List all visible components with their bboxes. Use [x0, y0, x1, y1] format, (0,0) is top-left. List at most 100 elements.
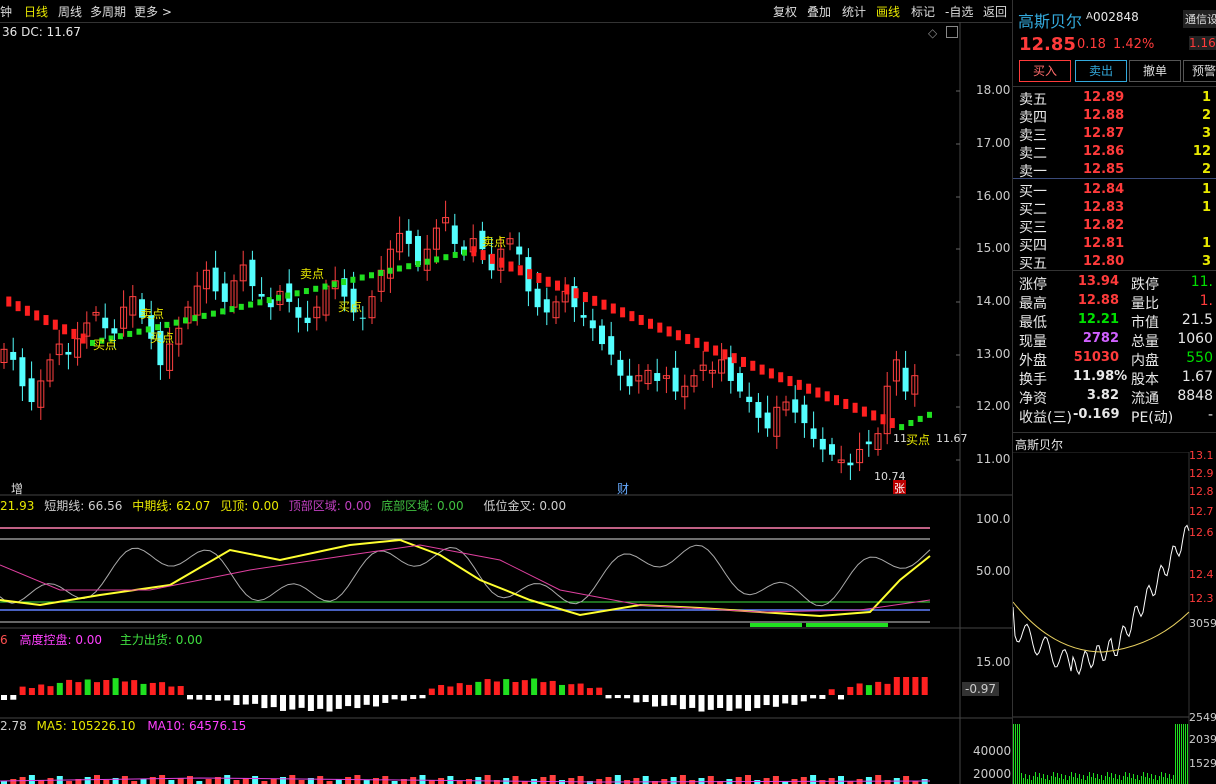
tab-minute[interactable]: 钟 — [0, 3, 12, 20]
stock-superscript: A — [1086, 11, 1093, 22]
trend-ribbon-segment — [471, 246, 477, 257]
flow-bar — [568, 684, 575, 695]
orderbook-label: 买二 — [1019, 202, 1047, 218]
volume-bar — [698, 778, 705, 784]
price-axis-label: 15.00 — [976, 241, 1011, 255]
stat-label: 流通 — [1131, 391, 1159, 407]
trend-ribbon-segment — [229, 306, 235, 313]
intraday-volume-bar — [1021, 773, 1022, 784]
intraday-volume-bar — [1159, 776, 1160, 784]
sector-badge[interactable]: 通信设 — [1183, 10, 1216, 28]
stat-value: 3.82 — [1086, 388, 1119, 403]
intraday-volume-bar — [1025, 774, 1026, 784]
intraday-volume-bar — [1071, 772, 1072, 784]
trend-ribbon-segment — [694, 337, 700, 348]
candle-body — [608, 336, 615, 355]
trend-ribbon-segment — [871, 410, 877, 421]
trend-ribbon-segment — [861, 406, 867, 417]
candle-body — [304, 317, 311, 323]
volume-bar — [614, 775, 621, 784]
sell-button[interactable]: 卖出 — [1075, 60, 1127, 82]
trend-ribbon-segment — [127, 330, 133, 337]
price-change: 0.18 — [1077, 37, 1106, 52]
diamond-icon[interactable]: ◇ — [928, 26, 937, 40]
short-line-value: 短期线: 66.56 — [44, 499, 123, 513]
minichart-volume-axis-label: 2549 — [1189, 711, 1216, 724]
flow-bar — [242, 695, 249, 705]
volume-bar — [772, 776, 779, 784]
kline-chart[interactable] — [0, 22, 1012, 784]
volume-bar — [884, 780, 891, 784]
candle-body — [451, 225, 458, 244]
trend-ribbon-segment — [489, 253, 495, 264]
watchlist-button[interactable]: -自选 — [945, 3, 973, 20]
back-button[interactable]: 返回 — [983, 3, 1007, 20]
stat-label: 量比 — [1131, 296, 1159, 312]
volume-bar — [252, 776, 259, 784]
signal-annotation: 卖点 — [140, 307, 165, 321]
intraday-volume-bar — [1177, 724, 1178, 784]
mark-button[interactable]: 标记 — [911, 3, 935, 20]
flow-bar — [893, 677, 900, 695]
trend-ribbon-segment — [462, 249, 467, 256]
side-price: 1.16 — [1189, 36, 1216, 50]
tab-multi-period[interactable]: 多周期 — [90, 3, 126, 20]
intraday-volume-bar — [1099, 779, 1100, 784]
flow-bar — [280, 695, 286, 711]
alert-button[interactable]: 预警 — [1183, 60, 1216, 82]
candle-body — [819, 438, 826, 450]
tab-daily[interactable]: 日线 — [24, 3, 48, 20]
limit-up-tag[interactable]: 张 — [893, 480, 906, 495]
dc-indicator-label: 36 DC: 11.67 — [2, 25, 81, 39]
intraday-volume-bar — [1075, 773, 1076, 784]
overlay-button[interactable]: 叠加 — [807, 3, 831, 20]
finance-tag[interactable]: 财 — [617, 480, 629, 497]
intraday-volume-bar — [1093, 773, 1094, 784]
trend-ribbon-segment — [164, 321, 170, 328]
intraday-volume-bar — [1107, 772, 1108, 784]
trend-ribbon-segment — [564, 284, 570, 295]
volume-bar — [484, 775, 491, 784]
adjust-button[interactable]: 复权 — [773, 3, 797, 20]
intraday-volume-bar — [1041, 778, 1042, 784]
flow-bar — [772, 695, 779, 707]
flow-bar — [865, 685, 872, 695]
flow-bar — [187, 695, 193, 700]
candle-body — [755, 402, 762, 418]
flow-bar — [642, 695, 649, 703]
candle-body — [10, 351, 17, 360]
flow-bar — [438, 684, 445, 695]
flow-bar — [596, 687, 603, 695]
intraday-minichart[interactable] — [1013, 452, 1216, 784]
candle-body — [829, 444, 835, 455]
volume-bar — [103, 780, 110, 784]
intraday-volume-bar — [1171, 779, 1172, 784]
trend-ribbon-segment — [657, 322, 663, 333]
window-toggle-icon[interactable] — [946, 26, 958, 38]
candle-body — [28, 378, 35, 403]
cancel-order-button[interactable]: 撤单 — [1129, 60, 1181, 82]
tab-weekly[interactable]: 周线 — [58, 3, 82, 20]
osc-axis-100: 100.0 — [976, 512, 1011, 526]
more-menu[interactable]: 更多 > — [134, 3, 172, 20]
buy-button[interactable]: 买入 — [1019, 60, 1071, 82]
trend-ribbon-segment — [220, 308, 226, 315]
increase-tag[interactable]: 增 — [11, 480, 23, 497]
intraday-volume-bar — [1125, 772, 1126, 784]
minichart-volume-axis-label: 2039 — [1189, 733, 1216, 746]
draw-button[interactable]: 画线 — [876, 3, 900, 20]
candle-body — [902, 367, 909, 392]
trend-ribbon-segment — [834, 395, 839, 406]
candle-body — [810, 428, 817, 439]
orderbook-price: 12.80 — [1083, 254, 1125, 269]
intraday-volume-bar — [1131, 778, 1132, 784]
trend-ribbon-segment — [768, 368, 774, 379]
flow-bar — [335, 695, 342, 709]
intraday-volume-bar — [1169, 774, 1170, 784]
volume-bar — [317, 776, 324, 784]
stats-button[interactable]: 统计 — [842, 3, 866, 20]
volume-bar — [577, 776, 584, 784]
flow-bar — [884, 683, 891, 695]
trend-ribbon-segment — [6, 296, 12, 307]
current-price: 12.85 — [1019, 34, 1076, 55]
